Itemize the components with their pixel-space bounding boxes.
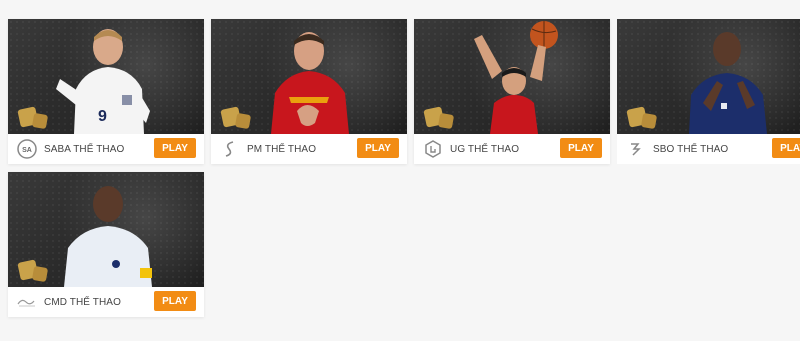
dice-icon [17, 259, 48, 282]
provider-card-cmd[interactable]: CMD THỂ THAO PLAY [8, 172, 204, 317]
player-image: 9 [56, 29, 150, 134]
provider-footer: SBO THỂ THAO PLAY [617, 134, 800, 164]
pm-logo-icon [219, 138, 241, 160]
provider-card-saba[interactable]: 9 SA SABA THỂ THAO PLAY [8, 19, 204, 164]
player-image [64, 186, 152, 287]
provider-card-ug[interactable]: UG THỂ THAO PLAY [414, 19, 610, 164]
cmd-logo-icon [16, 291, 38, 313]
play-button[interactable]: PLAY [154, 291, 196, 311]
dice-icon [220, 106, 251, 129]
provider-banner[interactable]: 9 [8, 19, 204, 134]
saba-logo-icon: SA [16, 138, 38, 160]
player-image [271, 32, 349, 134]
provider-footer: PM THỂ THAO PLAY [211, 134, 407, 164]
svg-text:9: 9 [98, 108, 107, 125]
provider-card-pm[interactable]: PM THỂ THAO PLAY [211, 19, 407, 164]
sbo-logo-icon [625, 138, 647, 160]
provider-banner[interactable] [8, 172, 204, 287]
dice-icon [17, 106, 48, 129]
provider-name: CMD THỂ THAO [44, 296, 121, 308]
play-button[interactable]: PLAY [154, 138, 196, 158]
provider-name: SBO THỂ THAO [653, 143, 729, 155]
dice-icon [423, 106, 454, 129]
player-image [474, 21, 558, 134]
play-button[interactable]: PLAY [357, 138, 399, 158]
play-button[interactable]: PLAY [560, 138, 602, 158]
provider-banner[interactable] [414, 19, 610, 134]
player-image [689, 32, 768, 134]
provider-banner[interactable] [617, 19, 800, 134]
svg-text:SA: SA [22, 147, 32, 154]
provider-name: PM THỂ THAO [247, 143, 317, 155]
provider-footer: UG THỂ THAO PLAY [414, 134, 610, 164]
provider-footer: CMD THỂ THAO PLAY [8, 287, 204, 317]
provider-footer: SA SABA THỂ THAO PLAY [8, 134, 204, 164]
dice-icon [626, 106, 657, 129]
provider-name: UG THỂ THAO [450, 143, 520, 155]
ug-logo-icon [422, 138, 444, 160]
provider-name: SABA THỂ THAO [44, 143, 125, 155]
sports-provider-grid: 9 SA SABA THỂ THAO PLAY PM THỂ THAO PLAY… [0, 0, 800, 341]
provider-banner[interactable] [211, 19, 407, 134]
provider-card-sbo[interactable]: SBO THỂ THAO PLAY [617, 19, 800, 164]
play-button[interactable]: PLAY [772, 138, 800, 158]
